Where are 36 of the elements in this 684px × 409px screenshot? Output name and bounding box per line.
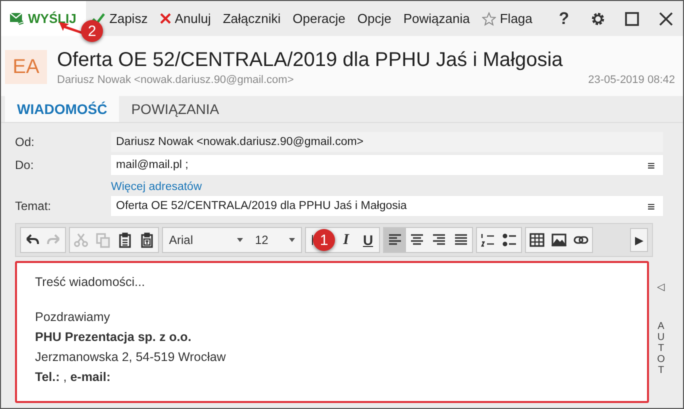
date-text: 23-05-2019 08:42: [588, 74, 675, 86]
tab[interactable]: POWIĄZANIA: [119, 96, 232, 122]
body-text: Tel.: , e-mail:: [35, 370, 112, 385]
menu-icon[interactable]: ≡: [647, 198, 655, 214]
flag-button[interactable]: Flaga: [476, 1, 538, 36]
message-editor[interactable]: Treść wiadomości... Pozdrawiamy PHU Prezentacja sp. z o.o. Jerzmanowska 2, 54-519 Wrocław Tel.: , e-mail:: [15, 261, 649, 403]
message-title: Oferta OE 52/CENTRALA/2019 dla PPHU Jaś i Małgosia: [57, 48, 564, 72]
menu-icon[interactable]: ≡: [647, 158, 655, 172]
input-field[interactable]: mail@mail.pl ; ≡: [111, 155, 663, 175]
panel-toggle[interactable]: ◁: [657, 281, 665, 293]
font-dropdown[interactable]: Arial: [163, 228, 249, 252]
send-button[interactable]: WYŚLIJ: [1, 1, 86, 36]
underline-button[interactable]: U: [357, 228, 379, 252]
body-text: Pozdrawiamy: [35, 309, 112, 325]
more-tools-button[interactable]: ▶: [630, 228, 648, 252]
menu-button[interactable]: Załączniki: [216, 1, 287, 36]
menu-button[interactable]: Operacje: [286, 1, 352, 36]
body-text: Treść wiadomości...: [35, 275, 146, 290]
panel-label: AUTOT: [656, 321, 666, 376]
sender-text: Dariusz Nowak <nowak.dariusz.90@gmail.com>: [57, 74, 294, 86]
help-button[interactable]: ?: [547, 1, 581, 36]
field-label: Temat:: [15, 199, 52, 213]
font-size-dropdown[interactable]: 12: [249, 228, 301, 252]
body-text: PHU Prezentacja sp. z o.o.: [35, 330, 192, 345]
cancel-button[interactable]: Anuluj: [154, 1, 217, 36]
menu-button[interactable]: Powiązania: [397, 1, 476, 36]
tab[interactable]: WIADOMOŚĆ: [5, 96, 120, 122]
field-label: Do:: [15, 158, 35, 172]
avatar: EA: [5, 50, 47, 84]
more-recipients-link[interactable]: Więcej adresatów: [111, 181, 202, 193]
input-field[interactable]: Dariusz Nowak <nowak.dariusz.90@gmail.com>: [111, 132, 663, 152]
menu-button[interactable]: Opcje: [351, 1, 398, 36]
italic-button[interactable]: I: [335, 228, 357, 252]
field-label: Od:: [15, 135, 36, 149]
input-field[interactable]: Oferta OE 52/CENTRALA/2019 dla PPHU Jaś i Małgosia ≡: [111, 196, 663, 216]
body-text: Jerzmanowska 2, 54-519 Wrocław: [35, 350, 227, 365]
